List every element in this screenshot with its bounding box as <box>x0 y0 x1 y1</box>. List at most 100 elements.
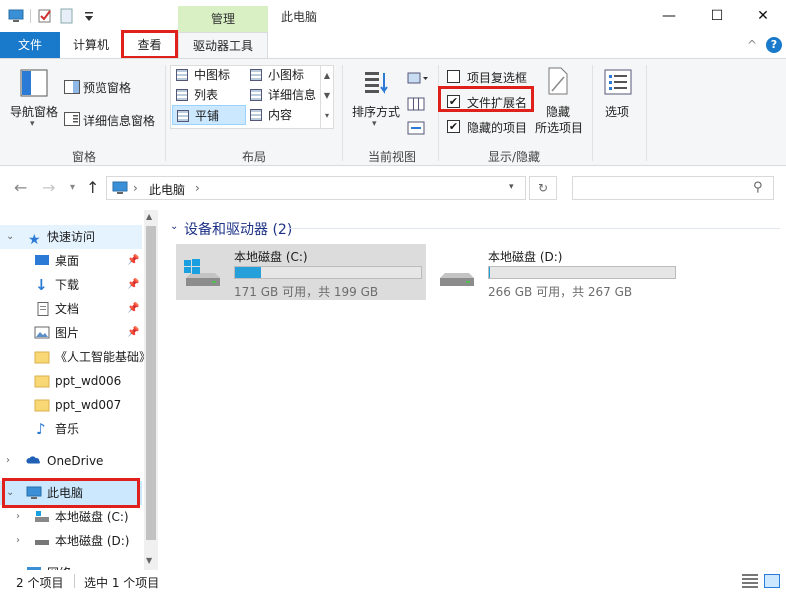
tab-view[interactable]: 查看 <box>123 32 176 58</box>
nav-item-downloads[interactable]: ↓ 下载 📌 <box>0 273 142 297</box>
breadcrumb-separator[interactable]: › <box>133 181 138 195</box>
large-icons-view-icon[interactable] <box>764 574 780 588</box>
drive-c-space: 171 GB 可用，共 199 GB <box>234 285 379 299</box>
pictures-icon <box>34 326 50 339</box>
tab-drive-tools[interactable]: 驱动器工具 <box>178 32 268 58</box>
status-item-count: 2 个项目 <box>16 576 64 590</box>
expanded-chevron-icon[interactable]: ⌄ <box>6 481 18 505</box>
ribbon-divider <box>438 65 439 161</box>
hide-selected-button[interactable]: 隐藏 <box>546 103 570 120</box>
scroll-down-icon[interactable]: ▼ <box>146 556 152 565</box>
preview-pane-icon <box>64 80 80 94</box>
layout-list[interactable]: 列表 <box>172 85 246 105</box>
nav-item-this-pc[interactable]: ⌄ 此电脑 <box>0 481 142 505</box>
nav-item-pictures[interactable]: 图片 📌 <box>0 321 142 345</box>
download-icon: ↓ <box>35 276 48 294</box>
status-selected-count: 选中 1 个项目 <box>84 576 160 590</box>
layout-tiles[interactable]: 平铺 <box>172 105 246 125</box>
search-input[interactable]: ⚲ <box>572 176 774 200</box>
nav-item-music[interactable]: ♪ 音乐 <box>0 417 142 441</box>
layout-details[interactable]: 详细信息 <box>246 85 320 105</box>
nav-item-network[interactable]: › 网络 <box>0 561 142 570</box>
hidden-items-checkbox[interactable]: ✔ <box>447 120 460 133</box>
pin-icon[interactable]: 📌 <box>127 273 139 297</box>
layout-scroll[interactable]: ▲ ▼ ▾ <box>320 66 333 128</box>
scroll-up-icon[interactable]: ▲ <box>146 212 152 221</box>
details-pane-button[interactable]: 详细信息窗格 <box>83 112 155 129</box>
preview-pane-button[interactable]: 预览窗格 <box>83 79 131 96</box>
tab-file[interactable]: 文件 <box>0 32 60 58</box>
properties-icon[interactable] <box>37 8 53 24</box>
nav-item-quick-access[interactable]: ⌄ ★ 快速访问 <box>0 225 142 249</box>
refresh-icon[interactable]: ↻ <box>529 176 557 200</box>
options-button[interactable]: 选项 <box>605 103 629 120</box>
collapsed-chevron-icon[interactable]: › <box>6 449 18 473</box>
ribbon-divider <box>646 65 647 161</box>
pin-icon[interactable]: 📌 <box>127 297 139 321</box>
folder-icon <box>34 399 50 412</box>
size-columns-icon[interactable] <box>407 121 425 135</box>
item-checkboxes-checkbox[interactable] <box>447 70 460 83</box>
ribbon-tab-row: 文件 计算机 查看 驱动器工具 ^ ? <box>0 32 786 58</box>
recent-chevron-icon[interactable]: ▾ <box>70 182 75 193</box>
customize-dropdown-icon[interactable] <box>81 8 97 24</box>
small-icons-icon <box>250 69 262 81</box>
section-devices-and-drives[interactable]: 设备和驱动器 (2) <box>184 219 292 239</box>
nav-item-documents[interactable]: 文档 📌 <box>0 297 142 321</box>
layout-medium-icons[interactable]: 中图标 <box>172 65 246 85</box>
close-button[interactable]: ✕ <box>740 0 786 32</box>
nav-item-drive-d[interactable]: › 本地磁盘 (D:) <box>0 529 142 553</box>
nav-item-folder-ppt-wd007[interactable]: ppt_wd007 <box>0 393 142 417</box>
address-bar[interactable]: › 此电脑 › ▾ <box>106 176 526 200</box>
section-collapse-icon[interactable]: ⌄ <box>170 221 178 232</box>
help-button[interactable]: ? <box>766 37 782 53</box>
breadcrumb-separator[interactable]: › <box>195 181 200 195</box>
address-dropdown-icon[interactable]: ▾ <box>509 182 514 192</box>
navigation-pane: ⌄ ★ 快速访问 桌面 📌 ↓ 下载 📌 文档 📌 图片 📌 《人工智能基础》 … <box>0 210 158 570</box>
pin-icon[interactable]: 📌 <box>127 249 139 273</box>
collapse-ribbon-button[interactable]: ^ <box>744 32 760 58</box>
nav-item-folder-ai[interactable]: 《人工智能基础》 <box>0 345 151 369</box>
details-view-icon[interactable] <box>742 574 758 588</box>
maximize-button[interactable]: ☐ <box>694 0 740 32</box>
expanded-chevron-icon[interactable]: ⌄ <box>6 225 18 249</box>
pin-icon[interactable]: 📌 <box>127 321 139 345</box>
context-tab-manage[interactable]: 管理 <box>178 6 268 32</box>
computer-icon <box>26 486 42 499</box>
up-arrow-icon[interactable]: ↑ <box>86 178 99 197</box>
back-arrow-icon[interactable]: ← <box>14 178 27 197</box>
nav-item-folder-ppt-wd006[interactable]: ppt_wd006 <box>0 369 142 393</box>
collapsed-chevron-icon[interactable]: › <box>16 529 28 553</box>
drive-c-tile[interactable]: 本地磁盘 (C:) 171 GB 可用，共 199 GB <box>176 244 426 300</box>
nav-item-onedrive[interactable]: › OneDrive <box>0 449 142 473</box>
computer-icon <box>112 181 128 194</box>
window-title: 此电脑 <box>281 10 318 24</box>
layout-small-icons[interactable]: 小图标 <box>246 65 320 85</box>
qat-divider <box>30 9 31 23</box>
minimize-button[interactable]: — <box>646 0 692 32</box>
hide-selected-icon <box>548 67 568 95</box>
file-extensions-checkbox[interactable]: ✔ <box>447 95 460 108</box>
nav-item-desktop[interactable]: 桌面 📌 <box>0 249 142 273</box>
nav-scrollbar-thumb[interactable] <box>146 226 156 540</box>
new-folder-icon[interactable] <box>59 8 75 24</box>
star-icon: ★ <box>28 232 41 248</box>
forward-arrow-icon[interactable]: → <box>42 178 55 197</box>
layout-content[interactable]: 内容 <box>246 105 320 125</box>
drive-d-tile[interactable]: 本地磁盘 (D:) 266 GB 可用，共 267 GB <box>430 244 680 300</box>
group-label-pane: 窗格 <box>72 150 97 164</box>
sort-by-button[interactable]: 排序方式 <box>352 103 400 120</box>
tab-computer[interactable]: 计算机 <box>62 32 120 58</box>
collapsed-chevron-icon[interactable]: › <box>6 561 18 570</box>
add-columns-icon[interactable] <box>407 97 425 111</box>
folder-icon <box>34 351 50 364</box>
navigation-pane-icon[interactable] <box>20 69 48 97</box>
desktop-icon <box>35 255 49 265</box>
group-by-icon[interactable] <box>407 71 429 85</box>
list-icon <box>176 89 188 101</box>
breadcrumb-this-pc[interactable]: 此电脑 <box>149 181 185 198</box>
navigation-pane-button[interactable]: 导航窗格 <box>10 103 58 120</box>
collapsed-chevron-icon[interactable]: › <box>16 505 28 529</box>
nav-item-drive-c[interactable]: › 本地磁盘 (C:) <box>0 505 142 529</box>
music-icon: ♪ <box>36 420 46 438</box>
